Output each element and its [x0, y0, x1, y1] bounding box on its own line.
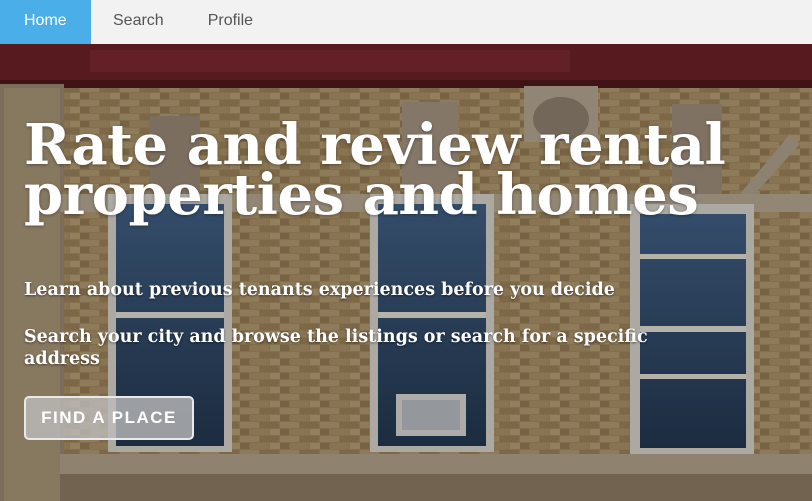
nav-profile[interactable]: Profile	[186, 0, 275, 44]
top-nav: Home Search Profile	[0, 0, 812, 44]
hero-headline: Rate and review rental properties and ho…	[24, 112, 726, 228]
nav-search[interactable]: Search	[91, 0, 186, 44]
hero-subtitle-1: Learn about previous tenants experiences…	[24, 280, 615, 300]
nav-home[interactable]: Home	[0, 0, 91, 44]
hero-section: Rate and review rental properties and ho…	[0, 44, 812, 501]
find-a-place-button[interactable]: FIND A PLACE	[24, 396, 194, 440]
hero-subtitle-2: Search your city and browse the listings…	[24, 327, 648, 369]
